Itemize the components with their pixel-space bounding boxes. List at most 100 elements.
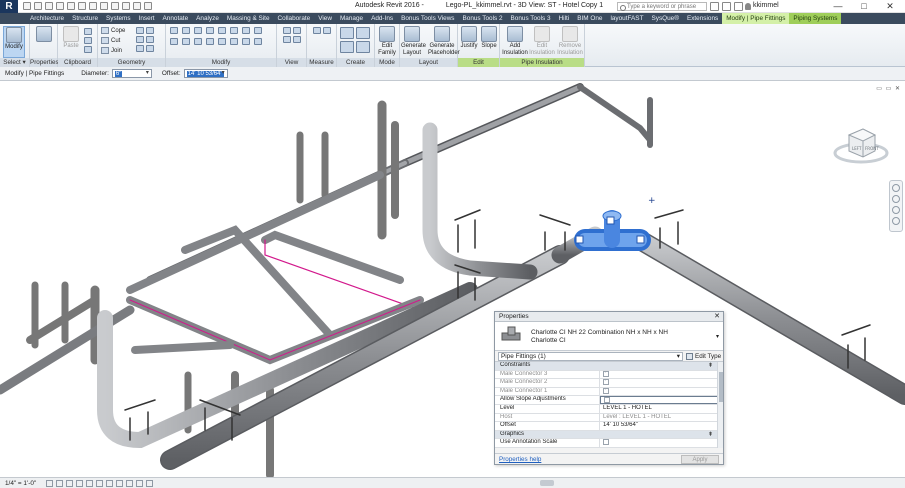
diameter-dropdown[interactable]: 6"	[111, 69, 152, 78]
shadows-icon[interactable]	[76, 479, 84, 487]
ribbon-tab-massing-site[interactable]: Massing & Site	[223, 13, 274, 24]
3d-view-icon[interactable]	[100, 2, 108, 10]
demolish-icon[interactable]	[146, 36, 154, 43]
ribbon-tab-add-ins[interactable]: Add-Ins	[367, 13, 397, 24]
horizontal-scrollbar[interactable]	[540, 480, 554, 486]
navigation-bar[interactable]	[889, 180, 903, 232]
cut-geometry-button[interactable]: Cut	[101, 37, 120, 44]
ribbon-tab-manage[interactable]: Manage	[336, 13, 367, 24]
property-value[interactable]	[600, 439, 723, 447]
maximize-button[interactable]: □	[853, 0, 875, 12]
pipe-segment[interactable]	[577, 84, 653, 143]
create-similar-icon[interactable]	[356, 41, 370, 53]
lock-3d-view-icon[interactable]	[116, 479, 124, 487]
properties-title-bar[interactable]: Properties ✕	[495, 312, 723, 322]
sun-path-icon[interactable]	[66, 479, 74, 487]
save-icon[interactable]	[34, 2, 42, 10]
collapse-group-icon[interactable]: ⇞	[708, 431, 713, 438]
orbit-icon[interactable]	[892, 217, 900, 225]
cope-button[interactable]: Cope	[101, 27, 125, 34]
detail-level-icon[interactable]	[46, 479, 54, 487]
communication-icon[interactable]	[722, 2, 731, 11]
cut-icon[interactable]	[84, 28, 92, 35]
ribbon-tab-sysque[interactable]: SysQue®	[647, 13, 682, 24]
remove-insulation-button[interactable]: Remove Insulation	[556, 26, 584, 58]
linework-icon[interactable]	[283, 36, 291, 43]
favorites-icon[interactable]	[734, 2, 743, 11]
offset-field[interactable]: 14' 10 53/64"	[183, 69, 228, 78]
ribbon-tab-bonus-tools-3[interactable]: Bonus Tools 3	[507, 13, 555, 24]
main-riser[interactable]	[422, 122, 538, 280]
render-icon[interactable]	[86, 479, 94, 487]
copy-element-icon[interactable]	[182, 38, 190, 45]
add-insulation-button[interactable]: Add Insulation	[502, 26, 528, 58]
filter-icon[interactable]	[293, 36, 301, 43]
analytical-model-icon[interactable]	[146, 479, 154, 487]
edit-insulation-button[interactable]: Edit Insulation	[529, 26, 555, 58]
properties-help-link[interactable]: Properties help	[499, 456, 541, 463]
split-icon[interactable]	[218, 27, 226, 34]
copy-icon[interactable]	[84, 37, 92, 44]
slope-button[interactable]: Slope	[478, 26, 500, 58]
show-crop-icon[interactable]	[106, 479, 114, 487]
generate-placeholder-button[interactable]: Generate Placeholder	[428, 26, 460, 58]
match-type-icon[interactable]	[84, 46, 92, 53]
property-checkbox[interactable]	[604, 397, 610, 404]
property-group-header[interactable]: Graphics ⇞	[495, 430, 723, 440]
property-group-header[interactable]: Constraints ⇞	[495, 362, 723, 371]
paste-button[interactable]: Paste	[60, 26, 82, 58]
subscription-icon[interactable]	[710, 2, 719, 11]
minimize-button[interactable]: —	[827, 0, 849, 12]
viewcube-icon[interactable]: LEFT FRONT	[833, 121, 889, 166]
pipe-segment[interactable]	[131, 341, 234, 354]
array-icon[interactable]	[218, 38, 226, 45]
redo-icon[interactable]	[56, 2, 64, 10]
measure-icon[interactable]	[78, 2, 86, 10]
pin-icon[interactable]	[242, 27, 250, 34]
unpin-icon[interactable]	[242, 38, 250, 45]
join-button[interactable]: Join	[101, 47, 122, 54]
move-icon[interactable]	[170, 38, 178, 45]
visual-style-icon[interactable]	[56, 479, 64, 487]
view-window-controls[interactable]: ▭ ▭ ✕	[876, 85, 901, 92]
mirror-draw-icon[interactable]	[206, 27, 214, 34]
delete-icon[interactable]	[254, 38, 262, 45]
ribbon-tab-architecture[interactable]: Architecture	[26, 13, 68, 24]
pipe-segment[interactable]	[261, 230, 404, 284]
switch-windows-icon[interactable]	[144, 2, 152, 10]
ribbon-tab-bim-one[interactable]: BIM One	[573, 13, 606, 24]
undo-icon[interactable]	[45, 2, 53, 10]
paint-icon[interactable]	[146, 27, 154, 34]
steering-wheel-icon[interactable]	[892, 184, 900, 192]
piping-model[interactable]: +	[0, 81, 905, 477]
instance-filter-dropdown[interactable]: Pipe Fittings (1)	[498, 352, 683, 361]
property-checkbox[interactable]	[603, 439, 609, 446]
create-assembly-icon[interactable]	[340, 27, 354, 39]
property-value[interactable]: 14' 10 53/64"	[600, 422, 723, 430]
ribbon-tab-bonus-tools-views[interactable]: Bonus Tools Views	[397, 13, 458, 24]
split-gap-icon[interactable]	[230, 27, 238, 34]
zoom-icon[interactable]	[892, 206, 900, 214]
scale-icon[interactable]	[230, 38, 238, 45]
ribbon-tab-piping-systems[interactable]: Piping Systems	[789, 13, 842, 24]
revit-app-menu-button[interactable]: R	[0, 0, 18, 13]
wall-joins-icon[interactable]	[136, 36, 144, 43]
reveal-hidden-icon[interactable]	[136, 479, 144, 487]
help-search-input[interactable]: Type a keyword or phrase	[617, 2, 707, 11]
pan-icon[interactable]	[892, 195, 900, 203]
text-icon[interactable]	[89, 2, 97, 10]
property-value[interactable]: LEVEL 1 - HOTEL	[600, 405, 723, 413]
modify-button[interactable]: Modify	[3, 26, 25, 58]
ribbon-tab-structure[interactable]: Structure	[68, 13, 102, 24]
properties-scrollbar[interactable]	[717, 362, 723, 448]
ribbon-tab-view[interactable]: View	[314, 13, 336, 24]
edit-type-button[interactable]: Edit Type	[686, 352, 721, 361]
crop-view-icon[interactable]	[96, 479, 104, 487]
section-icon[interactable]	[111, 2, 119, 10]
rotate-icon[interactable]	[194, 38, 202, 45]
thin-lines-icon[interactable]	[122, 2, 130, 10]
ribbon-tab-annotate[interactable]: Annotate	[159, 13, 193, 24]
apply-button[interactable]: Apply	[681, 455, 719, 464]
ribbon-tab-layoutfast[interactable]: layoutFAST	[606, 13, 647, 24]
property-row[interactable]: Level LEVEL 1 - HOTEL	[495, 404, 723, 414]
